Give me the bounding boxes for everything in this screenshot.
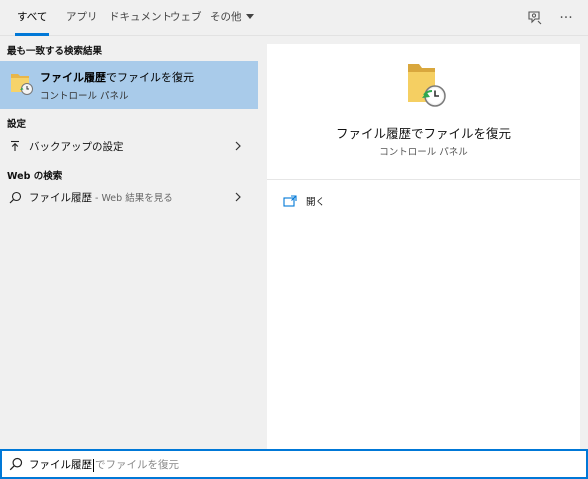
web-result-suffix: - Web 結果を見る [92,193,173,204]
best-match-result[interactable]: ファイル履歴でファイルを復元 コントロール パネル [0,61,258,109]
best-match-header: 最も一致する検索結果 [7,46,103,57]
best-match-title: ファイル履歴でファイルを復元 [40,69,194,85]
more-options-button[interactable]: ··· [556,8,576,28]
tab-web[interactable]: ウェブ [170,0,202,36]
search-input[interactable]: ファイル履歴 でファイルを復元 [29,457,179,472]
chevron-right-icon [235,141,241,151]
search-box[interactable]: ファイル履歴 でファイルを復元 [0,449,588,479]
text-caret [93,458,94,472]
web-search-header: Web の検索 [7,171,63,182]
preview-divider [267,179,580,180]
backup-arrow-icon [8,139,22,153]
tab-web-label: ウェブ [170,11,202,23]
tab-documents-label: ドキュメント [109,11,172,23]
web-result-text: ファイル履歴 - Web 結果を見る [29,190,173,205]
settings-header: 設定 [7,119,27,130]
best-match-subtitle: コントロール パネル [40,91,129,102]
settings-result-label: バックアップの設定 [29,141,124,153]
tab-all-label: すべて [17,11,48,23]
open-action[interactable]: 開く [283,192,325,210]
search-suggestion: でファイルを復元 [95,459,179,471]
more-icon: ··· [559,10,573,26]
results-pane: 最も一致する検索結果 ファイル履歴でファイルを復元 コントロール パネル 設定 … [0,37,258,449]
top-bar: すべて アプリ ドキュメント ウェブ その他 ··· [0,0,588,36]
settings-result-backup[interactable]: バックアップの設定 [0,135,258,159]
open-action-label: 開く [306,197,326,208]
tab-apps-label: アプリ [66,11,98,23]
search-typed-text: ファイル履歴 [29,459,92,471]
preview-pane: ファイル履歴でファイルを復元 コントロール パネル 開く [267,44,580,449]
tab-all[interactable]: すべて [14,0,50,36]
web-result[interactable]: ファイル履歴 - Web 結果を見る [0,186,258,210]
file-history-folder-icon [408,64,446,107]
chevron-right-icon [235,192,241,202]
preview-subtitle: コントロール パネル [379,147,468,158]
tab-apps[interactable]: アプリ [66,0,98,36]
open-window-icon [283,195,297,207]
tab-documents[interactable]: ドキュメント [109,0,172,36]
tab-more-label: その他 [210,11,242,23]
preview-title: ファイル履歴でファイルを復元 [335,126,511,141]
feedback-icon [528,11,542,25]
search-icon [9,457,23,471]
tab-more[interactable]: その他 [210,0,254,36]
chevron-down-icon [245,13,254,19]
web-result-label: ファイル履歴 [29,192,92,204]
best-match-title-bold: ファイル履歴 [40,71,106,84]
best-match-title-rest: でファイルを復元 [106,71,194,84]
file-history-folder-icon [11,74,33,95]
search-icon [8,190,22,204]
feedback-button[interactable] [525,8,545,28]
